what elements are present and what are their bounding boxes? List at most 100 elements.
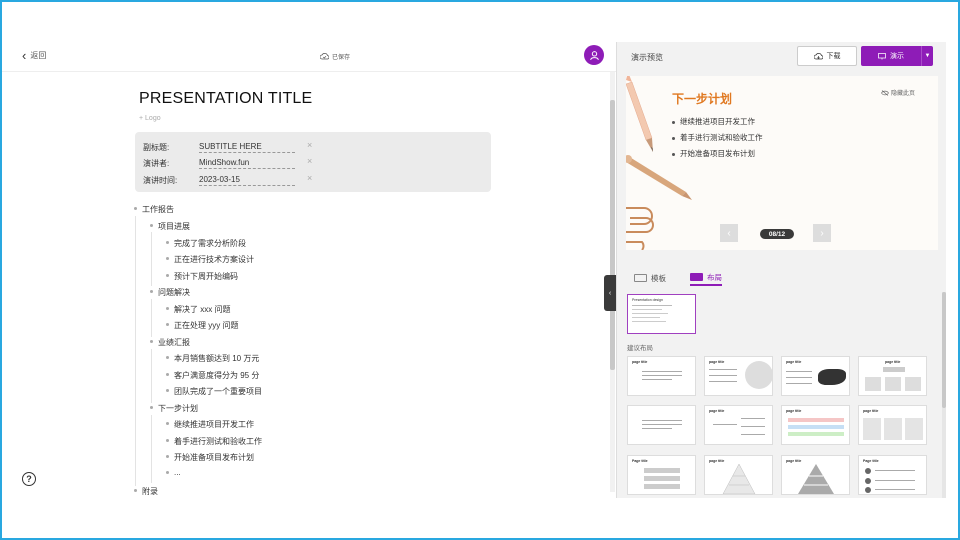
paperclip-image — [626, 207, 654, 250]
layout-thumbnail[interactable]: page title — [627, 356, 696, 396]
editor-topbar: ‹ 返回 已保存 — [2, 42, 616, 72]
add-logo-button[interactable]: + Logo — [139, 115, 161, 122]
pyramid-graphic — [798, 464, 834, 494]
outline-item[interactable]: 团队完成了一个重要项目 — [166, 386, 262, 400]
thumb-line — [713, 424, 737, 425]
user-icon — [589, 50, 599, 60]
meta-label: 演讲者: — [143, 159, 170, 168]
collapse-panel-button[interactable]: ‹ — [604, 275, 616, 311]
outline-item[interactable]: 着手进行测试和验收工作 — [166, 436, 262, 450]
eye-off-icon — [881, 89, 889, 96]
thumb-box — [884, 418, 902, 440]
thumb-line — [875, 480, 915, 481]
bullet-dot — [166, 241, 169, 244]
tab-template[interactable]: 模板 — [634, 270, 666, 286]
outline-item[interactable]: 正在处理 yyy 问题 — [166, 320, 239, 334]
outline-text: 项目进展 — [158, 222, 190, 231]
thumb-line — [786, 377, 812, 378]
pencil-image — [626, 76, 653, 152]
outline-text: 开始准备项目发布计划 — [174, 453, 254, 462]
presentation-title[interactable]: PRESENTATION TITLE — [139, 90, 312, 108]
thumb-box — [905, 377, 921, 391]
tab-layout[interactable]: 布局 — [690, 270, 722, 286]
page-indicator: 08/12 — [760, 229, 794, 239]
close-icon[interactable]: × — [307, 156, 312, 166]
outline-item[interactable]: 继续推进项目开发工作 — [166, 419, 254, 433]
outline-text: 正在进行技术方案设计 — [174, 255, 254, 264]
outline-item[interactable]: 正在进行技术方案设计 — [166, 254, 254, 268]
layouts-scrollbar[interactable] — [942, 292, 946, 498]
slide-preview: 下一步计划 继续推进项目开发工作 着手进行测试和验收工作 开始准备项目发布计划 … — [626, 76, 938, 250]
bullet-dot — [672, 136, 675, 140]
slide-bullet-text: 继续推进项目开发工作 — [680, 117, 755, 126]
layout-thumbnail[interactable]: Page title — [858, 455, 927, 495]
close-icon[interactable]: × — [307, 140, 312, 150]
thumb-map — [818, 369, 846, 385]
outline-item[interactable]: 下一步计划 — [150, 403, 198, 417]
outline-item[interactable]: 客户满意度得分为 95 分 — [166, 370, 259, 384]
outline-item[interactable]: 工作报告 — [134, 204, 174, 218]
outline-text: 业绩汇报 — [158, 338, 190, 347]
scrollbar-thumb[interactable] — [610, 100, 615, 370]
outline-item[interactable]: 附录 — [134, 486, 158, 500]
layout-thumbnail[interactable]: page title — [704, 405, 773, 445]
outline-item[interactable]: 问题解决 — [150, 287, 190, 301]
caret-down-icon: ▼ — [924, 53, 931, 59]
prev-slide-button[interactable]: ‹ — [720, 224, 738, 242]
avatar[interactable] — [584, 45, 604, 65]
meta-label: 副标题: — [143, 143, 170, 152]
outline-guide-line — [151, 299, 152, 337]
outline-guide-line — [151, 349, 152, 403]
layout-thumbnail[interactable]: page title — [858, 405, 927, 445]
layout-thumbnail[interactable]: page title — [781, 405, 850, 445]
next-slide-button[interactable]: › — [813, 224, 831, 242]
thumb-box — [883, 367, 905, 372]
outline-item[interactable]: ... — [166, 468, 181, 482]
thumb-dot — [865, 468, 871, 474]
download-label: 下载 — [826, 53, 841, 60]
layout-thumbnail[interactable]: page title — [781, 455, 850, 495]
subtitle-input[interactable]: SUBTITLE HERE — [199, 142, 295, 153]
thumb-title: page title — [863, 409, 879, 413]
layout-thumbnail[interactable] — [627, 405, 696, 445]
outline-item[interactable]: 开始准备项目发布计划 — [166, 452, 254, 466]
outline-item[interactable]: 解决了 xxx 问题 — [166, 304, 230, 318]
slide-bullet-text: 着手进行测试和验收工作 — [680, 133, 763, 142]
thumb-title: page title — [786, 360, 802, 364]
layout-thumbnail[interactable]: page title — [704, 356, 773, 396]
thumb-line — [642, 371, 682, 372]
outline-item[interactable]: 预计下周开始编码 — [166, 271, 238, 285]
outline-item[interactable]: 完成了需求分析阶段 — [166, 238, 246, 252]
scrollbar-thumb[interactable] — [942, 292, 946, 408]
thumb-bar — [788, 418, 844, 422]
present-button[interactable]: 演示 — [861, 46, 921, 66]
bullet-dot — [672, 120, 675, 124]
date-input[interactable]: 2023-03-15 — [199, 175, 295, 186]
thumb-bar — [788, 425, 844, 429]
download-button[interactable]: 下载 — [797, 46, 857, 66]
close-icon[interactable]: × — [307, 173, 312, 183]
current-layout-thumbnail[interactable]: Presentation design — [627, 294, 696, 334]
meta-row-speaker: 演讲者: MindShow.fun × — [143, 156, 483, 170]
layout-icon — [690, 273, 703, 281]
speaker-input[interactable]: MindShow.fun — [199, 158, 295, 169]
outline-item[interactable]: 项目进展 — [150, 221, 190, 235]
present-options-button[interactable]: ▼ — [921, 46, 933, 66]
layout-thumbnail[interactable]: page title — [781, 356, 850, 396]
thumb-title: Page title — [632, 459, 648, 463]
help-icon[interactable]: ? — [22, 472, 36, 486]
outline-item[interactable]: 本月销售额达到 10 万元 — [166, 353, 260, 367]
layout-thumbnail[interactable]: page title — [704, 455, 773, 495]
outline-item[interactable]: 业绩汇报 — [150, 337, 190, 351]
bullet-dot — [166, 257, 169, 260]
layout-thumbnail[interactable]: Page title — [627, 455, 696, 495]
layout-thumbnail[interactable]: page title — [858, 356, 927, 396]
tab-template-label: 模板 — [651, 273, 666, 283]
cloud-check-icon — [320, 53, 329, 60]
outline-text: 团队完成了一个重要项目 — [174, 387, 262, 396]
hide-page-button[interactable]: 隐藏此页 — [881, 88, 915, 97]
back-button[interactable]: ‹ 返回 — [22, 49, 46, 62]
outline-text: 正在处理 yyy 问题 — [174, 321, 239, 330]
outline-text: 本月销售额达到 10 万元 — [174, 354, 260, 363]
bullet-dot — [166, 439, 169, 442]
